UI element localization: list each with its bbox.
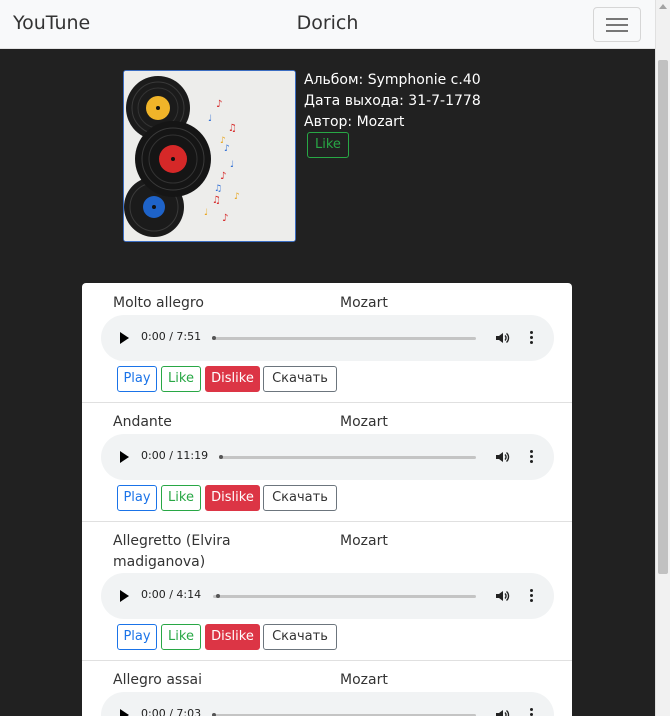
time-display: 0:00 / 11:19 <box>141 449 209 462</box>
dislike-button[interactable]: Dislike <box>205 366 260 392</box>
hamburger-icon <box>606 18 628 20</box>
nav-user-name[interactable]: Dorich <box>0 12 655 34</box>
svg-text:♪: ♪ <box>234 192 240 202</box>
album-author: Автор: Mozart <box>304 114 405 130</box>
play-icon[interactable] <box>120 709 129 716</box>
time-display: 0:00 / 7:03 <box>141 707 202 716</box>
seek-knob[interactable] <box>212 336 216 340</box>
more-options-icon[interactable] <box>530 588 534 604</box>
play-icon[interactable] <box>120 451 129 463</box>
seek-bar[interactable] <box>213 594 476 598</box>
svg-text:♫: ♫ <box>212 195 221 206</box>
more-options-icon[interactable] <box>530 707 534 716</box>
seek-bar[interactable] <box>219 455 476 459</box>
track-item: Molto allegro Mozart 0:00 / 7:51 Play Li… <box>82 283 572 403</box>
audio-player[interactable]: 0:00 / 4:14 <box>101 573 554 619</box>
svg-text:♪: ♪ <box>216 99 222 110</box>
album-like-button[interactable]: Like <box>307 132 349 158</box>
more-options-icon[interactable] <box>530 330 534 346</box>
like-button[interactable]: Like <box>161 624 201 650</box>
like-button[interactable]: Like <box>161 366 201 392</box>
svg-text:♩: ♩ <box>204 208 208 218</box>
download-button[interactable]: Скачать <box>263 485 337 511</box>
svg-text:♫: ♫ <box>228 123 237 134</box>
dislike-button[interactable]: Dislike <box>205 485 260 511</box>
play-button[interactable]: Play <box>117 624 157 650</box>
scroll-up-arrow-icon[interactable] <box>659 4 667 9</box>
hamburger-icon-line <box>606 30 628 32</box>
dislike-button[interactable]: Dislike <box>205 624 260 650</box>
seek-knob[interactable] <box>215 594 220 598</box>
volume-icon[interactable] <box>494 330 510 346</box>
svg-text:♩: ♩ <box>208 114 212 124</box>
like-button[interactable]: Like <box>161 485 201 511</box>
time-display: 0:00 / 7:51 <box>141 330 202 343</box>
download-button[interactable]: Скачать <box>263 624 337 650</box>
audio-player[interactable]: 0:00 / 11:19 <box>101 434 554 480</box>
track-artist: Mozart <box>340 533 388 549</box>
volume-icon[interactable] <box>494 707 510 716</box>
audio-player[interactable]: 0:00 / 7:03 <box>101 692 554 716</box>
svg-text:♩: ♩ <box>230 160 234 170</box>
svg-text:♫: ♫ <box>214 184 222 194</box>
track-title: Molto allegro <box>113 295 204 311</box>
play-icon[interactable] <box>120 332 129 344</box>
download-button[interactable]: Скачать <box>263 366 337 392</box>
seek-knob[interactable] <box>219 455 223 459</box>
svg-text:♪: ♪ <box>222 213 228 224</box>
svg-text:♪: ♪ <box>220 171 226 182</box>
track-title: Andante <box>113 414 172 430</box>
play-button[interactable]: Play <box>117 485 157 511</box>
track-item: Allegro assai Mozart 0:00 / 7:03 <box>82 661 572 716</box>
album-title: Альбом: Symphonie c.40 <box>304 72 481 88</box>
album-cover: ♪ ♫ ♪ ♫ ♪ ♩ ♪ ♫ ♩ ♪ ♩ ♪ <box>123 70 296 242</box>
track-item: Allegretto (Elvira madiganova) Mozart 0:… <box>82 522 572 661</box>
svg-text:♪: ♪ <box>220 136 226 146</box>
track-artist: Mozart <box>340 672 388 688</box>
album-info: Альбом: Symphonie c.40 Дата выхода: 31-7… <box>304 70 481 133</box>
more-options-icon[interactable] <box>530 449 534 465</box>
play-icon[interactable] <box>120 590 129 602</box>
track-title: Allegro assai <box>113 672 202 688</box>
scroll-thumb[interactable] <box>658 60 668 574</box>
volume-icon[interactable] <box>494 588 510 604</box>
track-list: Molto allegro Mozart 0:00 / 7:51 Play Li… <box>82 283 572 716</box>
track-item: Andante Mozart 0:00 / 11:19 Play Like Di… <box>82 403 572 522</box>
track-artist: Mozart <box>340 414 388 430</box>
menu-toggle-button[interactable] <box>593 7 641 42</box>
page-scrollbar[interactable] <box>655 0 670 716</box>
track-title: Allegretto (Elvira madiganova) <box>113 533 231 570</box>
vinyl-records-image: ♪♫♪ ♫♪ ♩♪♫ ♩ ♪♩♪ <box>124 71 295 241</box>
album-release-date: Дата выхода: 31-7-1778 <box>304 93 481 109</box>
track-artist: Mozart <box>340 295 388 311</box>
navbar: YouTune Dorich <box>0 0 655 49</box>
hamburger-icon-line <box>606 24 628 26</box>
play-button[interactable]: Play <box>117 366 157 392</box>
volume-icon[interactable] <box>494 449 510 465</box>
seek-bar[interactable] <box>212 336 476 340</box>
audio-player[interactable]: 0:00 / 7:51 <box>101 315 554 361</box>
time-display: 0:00 / 4:14 <box>141 588 202 601</box>
